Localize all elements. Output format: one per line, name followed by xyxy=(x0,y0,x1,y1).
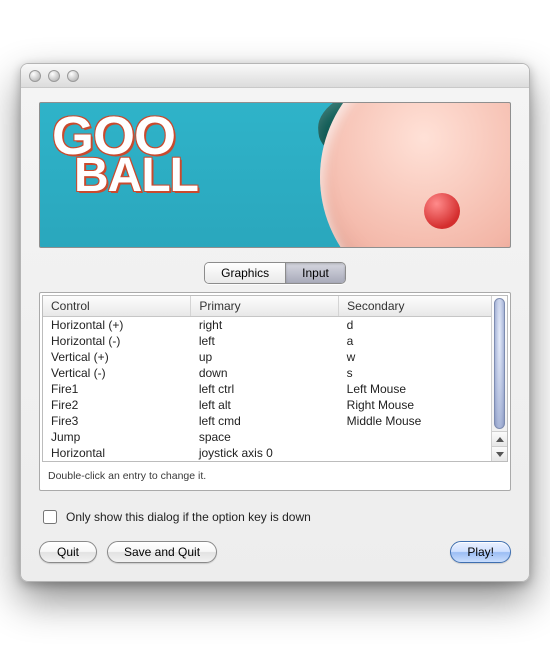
cell-secondary[interactable]: s xyxy=(339,365,491,381)
only-show-checkbox[interactable] xyxy=(43,510,57,524)
cell-primary[interactable]: down xyxy=(191,365,339,381)
cell-control[interactable]: Fire1 xyxy=(43,381,191,397)
cell-secondary[interactable]: w xyxy=(339,349,491,365)
cell-secondary[interactable]: a xyxy=(339,333,491,349)
play-button[interactable]: Play! xyxy=(450,541,511,563)
banner: GOO BALL xyxy=(39,102,511,248)
table-row[interactable]: Horizontal (-)lefta xyxy=(43,333,491,349)
cell-control[interactable]: Fire2 xyxy=(43,397,191,413)
cell-primary[interactable]: right xyxy=(191,317,339,334)
scroll-up-button[interactable] xyxy=(492,431,507,446)
cell-primary[interactable]: joystick axis 0 xyxy=(191,445,339,461)
input-panel: Control Primary Secondary Horizontal (+)… xyxy=(39,292,511,491)
quit-button[interactable]: Quit xyxy=(39,541,97,563)
cell-secondary[interactable]: Middle Mouse xyxy=(339,413,491,429)
cell-secondary[interactable]: d xyxy=(339,317,491,334)
close-button[interactable] xyxy=(29,70,41,82)
scroll-down-button[interactable] xyxy=(492,446,507,461)
nose-illustration xyxy=(424,193,460,229)
cell-secondary[interactable] xyxy=(339,445,491,461)
scrollbar-track[interactable] xyxy=(492,296,507,431)
table-row[interactable]: Vertical (+)upw xyxy=(43,349,491,365)
cell-primary[interactable]: left cmd xyxy=(191,413,339,429)
table-row[interactable]: Fire2left altRight Mouse xyxy=(43,397,491,413)
table-row[interactable]: Horizontaljoystick axis 0 xyxy=(43,445,491,461)
col-secondary[interactable]: Secondary xyxy=(339,296,491,317)
config-window: GOO BALL Graphics Input Control xyxy=(20,63,530,582)
titlebar[interactable] xyxy=(21,64,529,88)
cell-primary[interactable]: left alt xyxy=(191,397,339,413)
tab-input[interactable]: Input xyxy=(285,263,345,283)
logo: GOO BALL xyxy=(52,115,198,195)
cell-primary[interactable]: space xyxy=(191,429,339,445)
col-primary[interactable]: Primary xyxy=(191,296,339,317)
table-row[interactable]: Jumpspace xyxy=(43,429,491,445)
scrollbar[interactable] xyxy=(491,296,507,461)
cell-control[interactable]: Vertical (-) xyxy=(43,365,191,381)
input-table: Control Primary Secondary Horizontal (+)… xyxy=(43,296,491,461)
table-row[interactable]: Vertical (-)downs xyxy=(43,365,491,381)
scrollbar-thumb[interactable] xyxy=(494,298,505,429)
cell-secondary[interactable]: Left Mouse xyxy=(339,381,491,397)
cell-primary[interactable]: left ctrl xyxy=(191,381,339,397)
minimize-button[interactable] xyxy=(48,70,60,82)
tab-graphics[interactable]: Graphics xyxy=(205,263,285,283)
table-row[interactable]: Fire3left cmdMiddle Mouse xyxy=(43,413,491,429)
cell-control[interactable]: Vertical (+) xyxy=(43,349,191,365)
cell-control[interactable]: Horizontal (+) xyxy=(43,317,191,334)
cell-control[interactable]: Jump xyxy=(43,429,191,445)
cell-primary[interactable]: left xyxy=(191,333,339,349)
cell-secondary[interactable] xyxy=(339,429,491,445)
only-show-label[interactable]: Only show this dialog if the option key … xyxy=(66,510,311,524)
cell-control[interactable]: Horizontal (-) xyxy=(43,333,191,349)
cell-secondary[interactable]: Right Mouse xyxy=(339,397,491,413)
hint-text: Double-click an entry to change it. xyxy=(42,462,508,484)
table-row[interactable]: Fire1left ctrlLeft Mouse xyxy=(43,381,491,397)
col-control[interactable]: Control xyxy=(43,296,191,317)
chevron-up-icon xyxy=(496,437,504,442)
cell-control[interactable]: Fire3 xyxy=(43,413,191,429)
logo-line2: BALL xyxy=(74,157,198,194)
cell-primary[interactable]: up xyxy=(191,349,339,365)
table-row[interactable]: Horizontal (+)rightd xyxy=(43,317,491,334)
chevron-down-icon xyxy=(496,452,504,457)
cell-control[interactable]: Horizontal xyxy=(43,445,191,461)
zoom-button[interactable] xyxy=(67,70,79,82)
tab-switcher: Graphics Input xyxy=(204,262,346,284)
save-and-quit-button[interactable]: Save and Quit xyxy=(107,541,217,563)
face-illustration xyxy=(320,102,511,248)
window-controls xyxy=(29,70,79,82)
